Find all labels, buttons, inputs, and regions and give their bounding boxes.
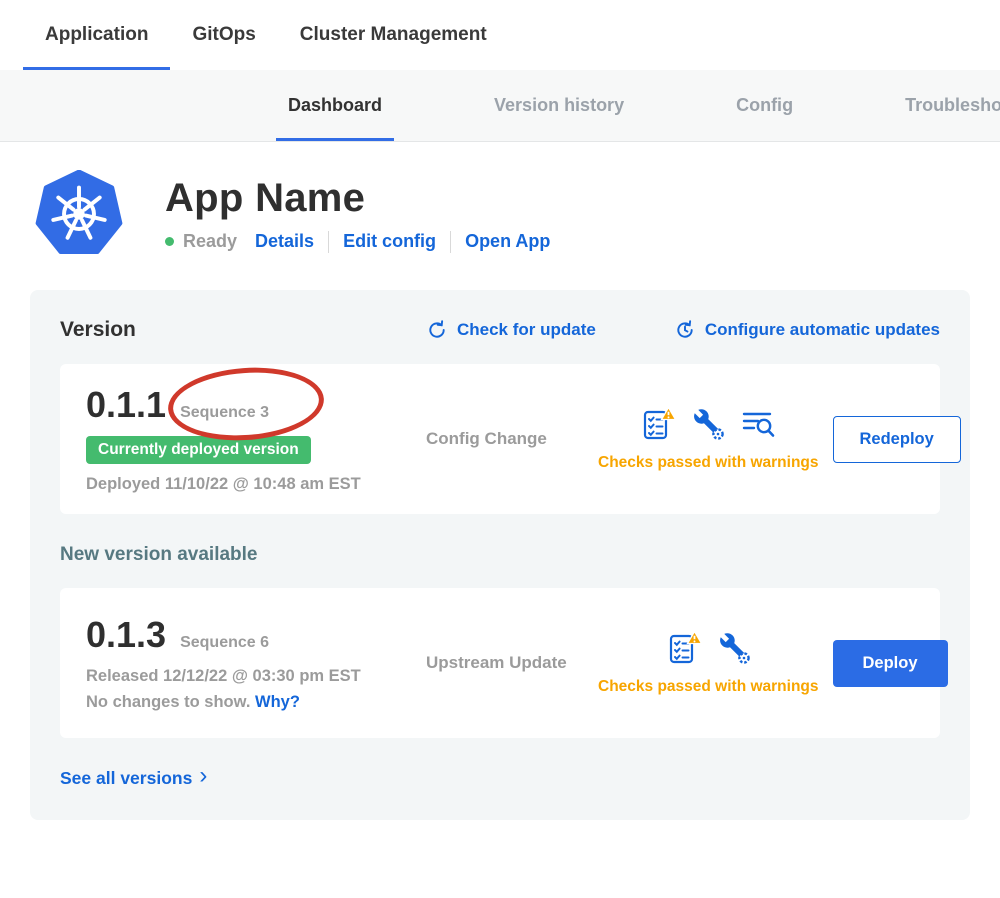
divider	[450, 231, 451, 253]
new-version-card: 0.1.3 Sequence 6 Released 12/12/22 @ 03:…	[60, 588, 940, 738]
release-notes-search-icon[interactable]	[740, 407, 776, 441]
version-section-title: Version	[60, 318, 136, 342]
refresh-icon	[426, 319, 448, 341]
check-for-update-button[interactable]: Check for update	[426, 319, 596, 341]
next-version-number: 0.1.3	[86, 614, 166, 656]
kubernetes-logo-icon	[35, 170, 123, 258]
sub-nav: Dashboard Version history Config Trouble…	[0, 70, 1000, 142]
current-version-card: 0.1.1 Sequence 3 Currently deployed vers…	[60, 364, 940, 514]
current-version-number: 0.1.1	[86, 384, 166, 426]
tab-gitops[interactable]: GitOps	[170, 0, 277, 70]
config-wrench-gear-icon[interactable]	[691, 407, 725, 441]
tab-version-history-label: Version history	[494, 95, 624, 116]
tab-dashboard-label: Dashboard	[288, 95, 382, 116]
status-dot-icon	[165, 237, 174, 246]
current-checks-status: Checks passed with warnings	[598, 454, 819, 472]
version-panel: Version Check for update Configure au	[30, 290, 970, 820]
deployed-timestamp: Deployed 11/10/22 @ 10:48 am EST	[86, 475, 418, 494]
chevron-right-icon: ›	[199, 764, 207, 788]
status-badge: Ready	[183, 231, 237, 252]
tab-troubleshoot[interactable]: Troubleshoot	[893, 70, 1000, 141]
tab-gitops-label: GitOps	[192, 24, 255, 46]
why-link[interactable]: Why?	[255, 693, 300, 711]
preflight-checks-warning-icon[interactable]	[666, 630, 702, 666]
auto-update-clock-icon	[674, 319, 696, 341]
see-all-versions-link[interactable]: See all versions ›	[60, 766, 207, 790]
tab-cluster-management[interactable]: Cluster Management	[278, 0, 509, 70]
tab-cluster-management-label: Cluster Management	[300, 24, 487, 46]
page-title: App Name	[165, 176, 550, 221]
edit-config-link[interactable]: Edit config	[343, 231, 436, 252]
tab-config-label: Config	[736, 95, 793, 116]
next-version-sequence: Sequence 6	[180, 634, 269, 652]
next-checks-status: Checks passed with warnings	[598, 678, 819, 696]
config-wrench-gear-icon[interactable]	[717, 631, 751, 665]
tab-application-label: Application	[45, 24, 148, 46]
details-link[interactable]: Details	[255, 231, 314, 252]
admin-console-page: Application GitOps Cluster Management Da…	[0, 0, 1000, 898]
deploy-button[interactable]: Deploy	[833, 640, 948, 687]
redeploy-button[interactable]: Redeploy	[833, 416, 961, 463]
tab-dashboard[interactable]: Dashboard	[276, 70, 394, 141]
tab-config[interactable]: Config	[724, 70, 805, 141]
current-version-type: Config Change	[426, 429, 598, 449]
configure-automatic-updates-button[interactable]: Configure automatic updates	[674, 319, 940, 341]
divider	[328, 231, 329, 253]
new-version-available-heading: New version available	[60, 544, 940, 566]
released-timestamp: Released 12/12/22 @ 03:30 pm EST	[86, 667, 418, 686]
app-header: App Name Ready Details Edit config Open …	[35, 170, 1000, 258]
see-all-versions-label: See all versions	[60, 768, 192, 789]
no-changes-text: No changes to show.	[86, 693, 250, 711]
currently-deployed-badge: Currently deployed version	[86, 436, 311, 464]
top-nav: Application GitOps Cluster Management	[0, 0, 1000, 70]
tab-troubleshoot-label: Troubleshoot	[905, 95, 1000, 116]
next-version-type: Upstream Update	[426, 653, 598, 673]
check-for-update-label: Check for update	[457, 320, 596, 340]
tab-version-history[interactable]: Version history	[482, 70, 636, 141]
configure-automatic-updates-label: Configure automatic updates	[705, 320, 940, 340]
open-app-link[interactable]: Open App	[465, 231, 550, 252]
tab-application[interactable]: Application	[23, 0, 170, 70]
current-version-sequence: Sequence 3	[180, 404, 269, 422]
preflight-checks-warning-icon[interactable]	[640, 406, 676, 442]
